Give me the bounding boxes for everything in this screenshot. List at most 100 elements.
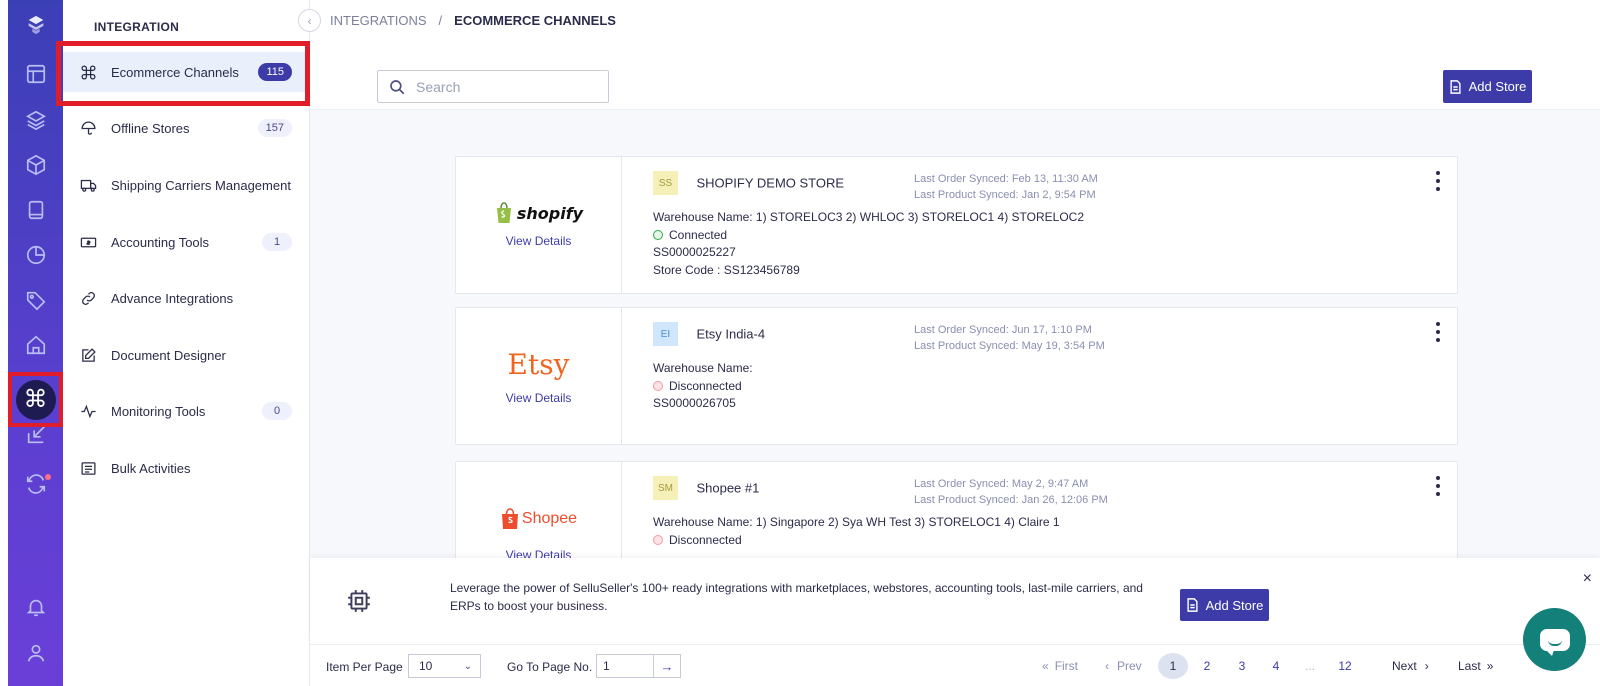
count-badge: 0 <box>262 402 292 420</box>
umbrella-icon <box>78 118 98 138</box>
left-edge-strip <box>0 0 8 686</box>
connection-status: Disconnected <box>653 378 1417 396</box>
sidebar-item-bulk-activities[interactable]: Bulk Activities <box>63 448 310 488</box>
layers-icon[interactable] <box>8 103 63 137</box>
sidebar-item-label: Shipping Carriers Management <box>111 177 291 193</box>
per-page-value: 10 <box>419 659 433 673</box>
banner-text: Leverage the power of SelluSeller's 100+… <box>450 581 1143 613</box>
pie-chart-icon[interactable] <box>8 238 63 272</box>
first-page-button[interactable]: « First <box>1042 653 1078 679</box>
sidebar-item-monitoring-tools[interactable]: Monitoring Tools 0 <box>63 391 310 431</box>
breadcrumb-parent[interactable]: INTEGRATIONS <box>330 13 427 28</box>
next-page-button[interactable]: Next › <box>1392 653 1429 679</box>
page-ellipsis: ... <box>1304 659 1315 673</box>
per-page-select[interactable]: 10 ⌄ <box>408 654 481 678</box>
user-icon[interactable] <box>8 636 63 670</box>
breadcrumb-current: ECOMMERCE CHANNELS <box>454 13 616 28</box>
logo-icon[interactable] <box>8 8 63 42</box>
promo-banner: Leverage the power of SelluSeller's 100+… <box>310 558 1600 644</box>
store-card: Shopee View Details SM Shopee #1 Last Or… <box>455 461 1458 558</box>
page-button[interactable]: 3 <box>1227 653 1257 679</box>
activity-icon <box>78 401 98 421</box>
tag-icon[interactable] <box>8 283 63 317</box>
more-options-icon[interactable] <box>1433 476 1443 496</box>
edit-icon <box>78 345 98 365</box>
status-dot <box>653 534 663 545</box>
book-icon[interactable] <box>8 193 63 227</box>
bell-icon[interactable] <box>8 590 63 624</box>
search-input[interactable] <box>416 78 596 95</box>
sidebar-item-offline-stores[interactable]: Offline Stores 157 <box>63 108 310 148</box>
store-name: Etsy India-4 <box>696 326 766 342</box>
status-label: Connected <box>669 227 728 242</box>
store-logo-cell: Etsy View Details <box>456 308 622 444</box>
sidebar-item-accounting-tools[interactable]: Accounting Tools 1 <box>63 222 310 262</box>
store-avatar: SM <box>653 476 678 500</box>
breadcrumb-separator: / <box>438 13 443 28</box>
store-avatar: EI <box>653 322 678 346</box>
rail-item-integrations-active[interactable]: ⌘ <box>8 372 63 427</box>
sidebar-item-label: Document Designer <box>111 347 226 363</box>
document-icon <box>1186 598 1199 612</box>
last-product-synced: Last Product Synced: Jan 26, 12:06 PM <box>914 494 1108 506</box>
collapse-sidebar-button[interactable]: ‹ <box>298 9 321 32</box>
goto-page-input[interactable] <box>596 654 654 678</box>
layout-icon[interactable] <box>8 57 63 91</box>
chevron-left-icon: ‹ <box>307 13 312 28</box>
goto-page-button[interactable]: → <box>653 654 681 678</box>
prev-page-button[interactable]: ‹ Prev <box>1105 653 1142 679</box>
store-name: SHOPIFY DEMO STORE <box>696 175 845 191</box>
sidebar-item-shipping-carriers[interactable]: Shipping Carriers Management <box>63 165 310 205</box>
sync-icon[interactable] <box>8 467 63 501</box>
sidebar-item-label: Advance Integrations <box>111 290 234 306</box>
sidebar-title: INTEGRATION <box>94 20 180 34</box>
sidebar-item-label: Monitoring Tools <box>111 403 206 419</box>
page-button[interactable]: 1 <box>1158 653 1188 679</box>
store-details: EI Etsy India-4 Last Order Synced: Jun 1… <box>653 322 1417 413</box>
sidebar-item-document-designer[interactable]: Document Designer <box>63 335 310 375</box>
view-details-link[interactable]: View Details <box>506 391 572 405</box>
store-logo-cell: shopify View Details <box>456 157 622 293</box>
sync-info: Last Order Synced: Feb 13, 11:30 AM Last… <box>914 171 1098 203</box>
icon-rail <box>8 0 63 686</box>
status-dot <box>653 229 663 240</box>
chevron-right-icon: › <box>1424 659 1429 673</box>
page-button[interactable]: 12 <box>1330 653 1360 679</box>
next-label: Next <box>1392 659 1417 673</box>
last-order-synced: Last Order Synced: Jun 17, 1:10 PM <box>914 324 1092 336</box>
home-icon[interactable] <box>8 328 63 362</box>
chevron-left-icon: ‹ <box>1105 659 1109 673</box>
chip-icon <box>348 590 370 612</box>
store-code: Store Code : SS123456789 <box>653 262 800 277</box>
add-store-button[interactable]: Add Store <box>1443 70 1532 103</box>
page-button[interactable]: 4 <box>1261 653 1291 679</box>
warehouse-name: Warehouse Name: 1) Singapore 2) Sya WH T… <box>653 515 1060 529</box>
banner-add-store-button[interactable]: Add Store <box>1180 589 1269 621</box>
close-icon[interactable]: × <box>1583 570 1592 588</box>
last-page-button[interactable]: Last » <box>1458 653 1493 679</box>
box-icon[interactable] <box>8 148 63 182</box>
sidebar-item-label: Bulk Activities <box>111 460 191 476</box>
view-details-link[interactable]: View Details <box>506 548 572 558</box>
search-box[interactable] <box>377 70 609 103</box>
prev-label: Prev <box>1117 659 1142 673</box>
store-card: shopify View Details SS SHOPIFY DEMO STO… <box>455 156 1458 294</box>
banner-add-store-label: Add Store <box>1205 597 1264 613</box>
double-chevron-right-icon: » <box>1486 659 1494 673</box>
page-button[interactable]: 2 <box>1192 653 1222 679</box>
truck-icon <box>78 175 98 195</box>
sidebar-item-ecommerce-channels[interactable]: Ecommerce Channels 115 <box>63 52 310 92</box>
list-icon <box>78 458 98 478</box>
warehouse-name: Warehouse Name: <box>653 361 753 375</box>
sidebar-item-advance-integrations[interactable]: Advance Integrations <box>63 278 310 318</box>
count-badge: 157 <box>257 119 292 137</box>
chat-widget-button[interactable] <box>1523 608 1586 671</box>
chevron-down-icon: ⌄ <box>463 660 472 672</box>
last-order-synced: Last Order Synced: May 2, 9:47 AM <box>914 478 1089 490</box>
more-options-icon[interactable] <box>1433 322 1443 342</box>
view-details-link[interactable]: View Details <box>506 234 572 248</box>
connection-status: Connected <box>653 227 1417 245</box>
more-options-icon[interactable] <box>1433 171 1443 191</box>
command-icon <box>78 62 98 82</box>
notification-dot <box>45 474 51 480</box>
